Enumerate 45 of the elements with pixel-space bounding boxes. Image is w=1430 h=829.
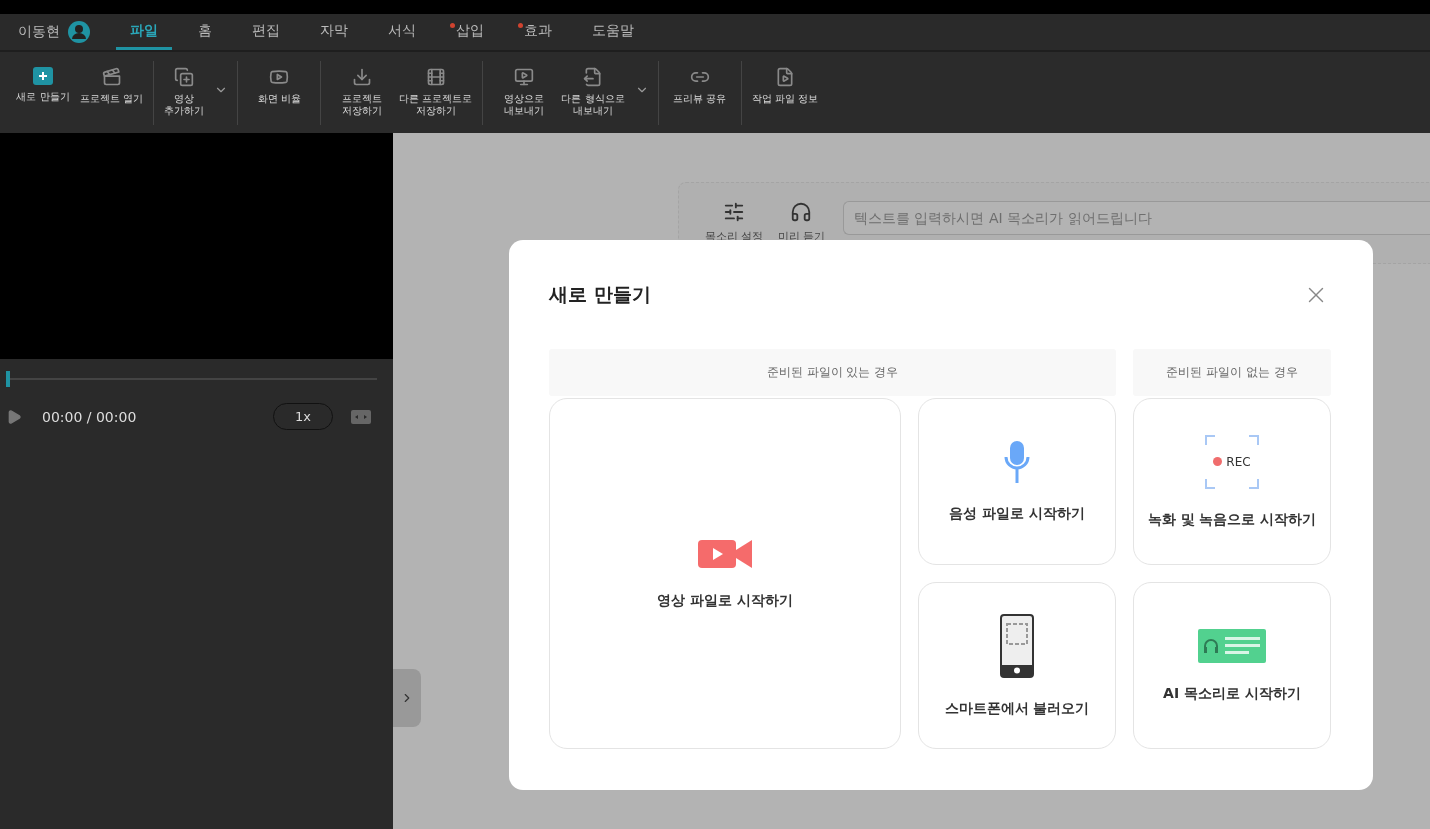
toolbar-button[interactable]: 다른 형식으로 내보내기 [558,60,651,125]
start-option-card[interactable]: AI 목소리로 시작하기 [1133,582,1331,749]
dialog-title: 새로 만들기 [549,282,651,307]
seek-thumb[interactable] [6,371,10,387]
toolbar-button[interactable]: 영상 추가하기 [161,60,231,125]
play-icon[interactable] [6,408,22,425]
menu-tab[interactable]: 삽입 [442,14,498,50]
menu-tab[interactable]: 도움말 [578,14,648,50]
avatar-icon[interactable] [68,21,90,43]
menu-tab[interactable]: 서식 [374,14,430,50]
toolbar-button[interactable]: 화면 비율 [245,60,314,125]
add-layers-icon [174,66,195,87]
film-icon [425,66,446,87]
rec-badge: REC [1205,434,1259,489]
section-header: 준비된 파일이 없는 경우 [1133,349,1331,396]
time-display: 00:00 / 00:00 [42,408,138,425]
toolbar-button[interactable]: 프리뷰 공유 [665,60,734,125]
start-option-card[interactable]: 영상 파일로 시작하기 [549,398,901,749]
start-option-card[interactable]: 스마트폰에서 불러오기 [918,582,1116,749]
clapperboard-icon [101,66,122,87]
toolbar-button[interactable]: 다른 프로젝트로 저장하기 [396,60,476,125]
plus-icon [33,66,53,85]
toolbar-button[interactable]: 새로 만들기 [9,60,77,125]
headphones-icon [790,201,813,223]
expand-handle[interactable] [393,669,421,727]
headset-text-icon [1198,628,1266,663]
toolbar-button[interactable]: 작업 파일 정보 [748,60,821,125]
smartphone-icon [1000,613,1034,678]
user-name: 이동현 [18,23,60,41]
menu-tab[interactable]: 효과 [510,14,566,50]
toolbar-button[interactable]: 프로젝트 저장하기 [328,60,397,125]
toolbar-button[interactable]: 영상으로 내보내기 [490,60,559,125]
microphone-icon [1004,440,1030,483]
download-icon [352,66,373,87]
section-header: 준비된 파일이 있는 경우 [549,349,1116,396]
toolbar-button[interactable]: 프로젝트 열기 [77,60,147,125]
sliders-icon [723,201,746,223]
menu-tab[interactable]: 편집 [238,14,294,50]
menu-tab[interactable]: 홈 [184,14,226,50]
resize-icon[interactable] [351,409,371,424]
start-option-card[interactable]: REC 녹화 및 녹음으로 시작하기 [1133,398,1331,565]
menu-tab[interactable]: 자막 [306,14,362,50]
start-option-card[interactable]: 음성 파일로 시작하기 [918,398,1116,565]
video-camera-icon [698,537,752,570]
text-input-field[interactable]: 텍스트를 입력하시면 AI 목소리가 읽어드립니다 [843,201,1430,235]
